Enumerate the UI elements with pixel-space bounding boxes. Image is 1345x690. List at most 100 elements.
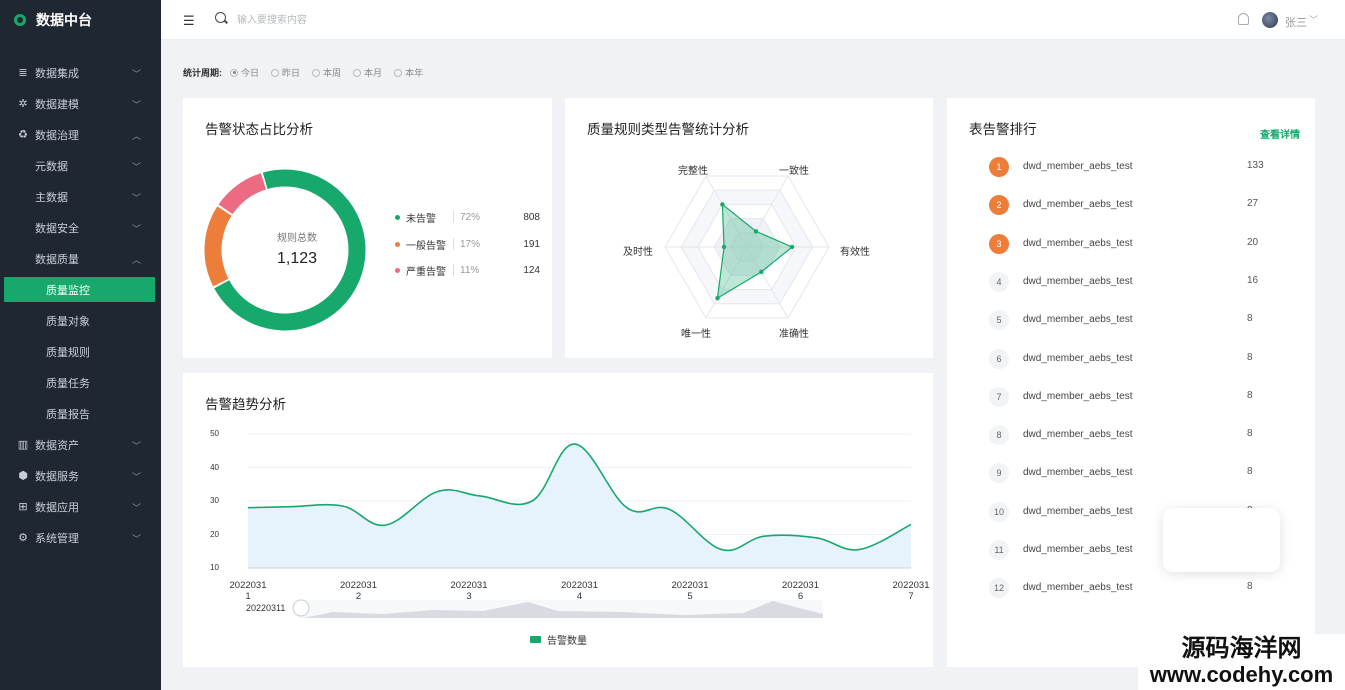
logo-icon [14,14,26,26]
legend-item-severe-alert[interactable]: 严重告警 11% 124 [395,263,540,278]
y-tick-label: 30 [210,496,219,505]
sidebar-item-label: 质量规则 [46,346,90,359]
sidebar-item-metadata[interactable]: 元数据 ﹀ [0,150,161,181]
period-option-month[interactable]: 本月 [353,66,382,79]
sidebar-item-label: 主数据 [35,191,68,204]
network-icon: ✲ [18,98,28,110]
view-details-link[interactable]: 查看详情 [1260,126,1300,141]
table-row[interactable]: 9 dwd_member_aebs_test 8 [989,463,1289,484]
sidebar-item-governance[interactable]: ♻ 数据治理 ︿ [0,119,161,150]
x-tick-label: 2022031 7 [892,580,930,602]
period-option-week[interactable]: 本周 [312,66,341,79]
rank-badge: 10 [989,501,1009,522]
sidebar-item-applications[interactable]: ⊞ 数据应用 ﹀ [0,491,161,522]
legend-item-no-alert[interactable]: 未告警 72% 808 [395,210,540,225]
sidebar-item-label: 系统管理 [35,532,79,545]
radar-point[interactable] [720,202,725,207]
y-tick-label: 20 [210,529,219,539]
trend-chart [247,433,912,618]
radar-point[interactable] [715,295,720,301]
table-row[interactable]: 3 dwd_member_aebs_test 20 [989,233,1289,254]
search-input[interactable] [237,11,437,29]
sidebar-item-label: 数据服务 [35,470,79,483]
alert-count: 16 [1247,274,1259,286]
top-header: ☰ 张三 ﹀ [161,0,1345,40]
radio-icon [353,68,362,77]
radio-label: 本年 [405,68,424,78]
radar-point[interactable] [753,229,759,234]
table-name: dwd_member_aebs_test [1023,275,1133,287]
chevron-down-icon: ﹀ [131,224,141,234]
x-tick-label: 2022031 6 [782,580,819,602]
bell-icon[interactable] [1238,13,1249,25]
chevron-up-icon: ︿ [131,131,141,141]
chevron-down-icon[interactable]: ﹀ [1309,13,1318,26]
app-logo[interactable]: 数据中台 [0,0,161,40]
radio-icon [394,68,403,77]
table-row[interactable]: 2 dwd_member_aebs_test 27 [989,195,1289,216]
sidebar-item-master-data[interactable]: 主数据 ﹀ [0,181,161,212]
legend-dot-icon [395,241,400,247]
sidebar-item-quality-object[interactable]: 质量对象 [0,305,161,336]
card-title: 质量规则类型告警统计分析 [587,122,749,137]
search-icon[interactable] [215,12,226,23]
table-row[interactable]: 12 dwd_member_aebs_test 8 [989,578,1289,599]
recycle-icon: ♻ [18,129,28,141]
legend-name: 严重告警 [406,266,446,278]
period-option-today[interactable]: 今日 [230,66,259,79]
radar-point[interactable] [759,269,764,275]
table-row[interactable]: 5 dwd_member_aebs_test 8 [989,310,1289,331]
period-option-year[interactable]: 本年 [394,66,423,79]
radar-point[interactable] [789,244,795,250]
watermark-line2: www.codehy.com [1149,662,1334,687]
radar-axis-label: 一致性 [779,166,809,177]
table-ranking-card: 表告警排行 查看详情 1 dwd_member_aebs_test 133 2 dwd_… [947,98,1315,667]
radio-icon [271,68,280,77]
sidebar-item-quality-task[interactable]: 质量任务 [0,367,161,398]
sidebar-item-data-security[interactable]: 数据安全 ﹀ [0,212,161,243]
sidebar-item-services[interactable]: ⬢ 数据服务 ﹀ [0,460,161,491]
zoom-handle[interactable] [292,599,310,617]
table-row[interactable]: 7 dwd_member_aebs_test 8 [989,386,1289,407]
trend-legend[interactable]: 告警数量 [530,632,587,647]
table-name: dwd_member_aebs_test [1023,544,1133,555]
card-title: 表告警排行 [969,122,1037,137]
table-row[interactable]: 6 dwd_member_aebs_test 8 [989,348,1289,369]
gear-icon: ⚙ [18,532,28,544]
table-row[interactable]: 4 dwd_member_aebs_test 16 [989,271,1289,292]
sidebar-item-quality-rule[interactable]: 质量规则 [0,336,161,367]
sidebar-item-quality-report[interactable]: 质量报告 [0,398,161,429]
sidebar-item-label: 数据建模 [35,98,79,111]
sidebar-item-integration[interactable]: ≣ 数据集成 ﹀ [0,57,161,88]
divider [453,211,454,223]
table-name: dwd_member_aebs_test [1023,199,1133,211]
alert-count: 8 [1247,428,1253,440]
table-name: dwd_member_aebs_test [1023,505,1133,517]
table-row[interactable]: 8 dwd_member_aebs_test 8 [989,425,1289,446]
legend-item-normal-alert[interactable]: 一般告警 17% 191 [395,237,540,252]
menu-toggle-icon[interactable]: ☰ [183,13,195,29]
period-option-yesterday[interactable]: 昨日 [271,66,300,79]
legend-name: 一般告警 [406,240,446,252]
sidebar-item-assets[interactable]: ▥ 数据资产 ﹀ [0,429,161,460]
table-row[interactable]: 1 dwd_member_aebs_test 133 [989,157,1289,177]
chevron-down-icon: ﹀ [131,100,141,110]
sidebar-item-label: 数据安全 [35,222,79,235]
avatar[interactable] [1262,12,1278,28]
sidebar-item-label: 数据集成 [35,67,79,80]
sidebar-item-system[interactable]: ⚙ 系统管理 ﹀ [0,522,161,553]
sidebar-item-label: 数据质量 [35,253,79,266]
sidebar-item-modeling[interactable]: ✲ 数据建模 ﹀ [0,88,161,119]
alert-count: 8 [1247,351,1253,363]
card-title: 告警状态占比分析 [205,122,313,137]
radar-point[interactable] [721,244,727,250]
radar-axis-label: 唯一性 [681,329,711,340]
rank-badge: 11 [989,540,1009,560]
sidebar-item-quality-monitor[interactable]: 质量监控 [4,277,155,302]
user-name[interactable]: 张三 [1285,14,1307,30]
rank-badge: 12 [989,578,1009,599]
rank-badge: 8 [989,425,1009,446]
floating-panel[interactable] [1163,508,1280,572]
sidebar-item-data-quality[interactable]: 数据质量 ︿ [0,243,161,274]
x-tick-label: 2022031 2 [340,580,377,602]
